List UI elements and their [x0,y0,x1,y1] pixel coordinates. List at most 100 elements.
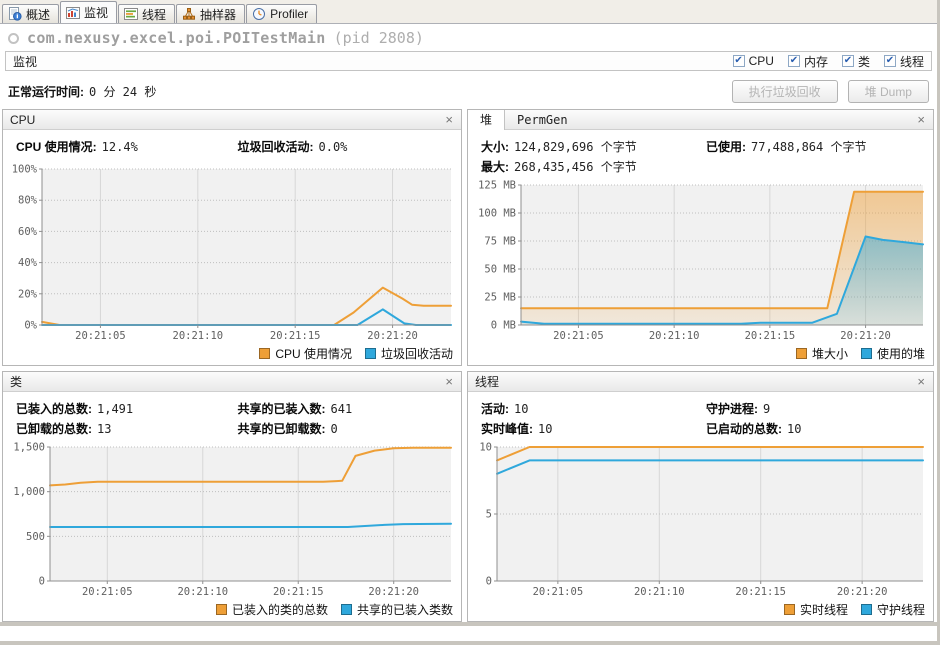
stat-value: 0.0% [318,140,348,154]
legend-swatch-blue [340,603,352,615]
stat-value: 124,829,696 个字节 [514,140,637,154]
stat-value: 641 [330,402,353,416]
threads-panel: 线程 × 活动: 10 守护进程: 9 实时峰值: 10 已启动的总数: 10 0 5 10… [467,371,934,622]
svg-text:80%: 80% [18,195,38,207]
svg-text:20%: 20% [18,288,38,300]
legend-swatch-blue [860,603,872,615]
legend-swatch-orange [795,347,807,359]
monitor-icon [66,6,81,20]
checkbox-classes[interactable]: ✔ 类 [841,53,870,70]
classes-chart: 0 500 1,000 1,500 20:21:05 20:21:10 20:21:15 20… [6,440,458,600]
classes-panel-title: 类 [10,375,23,389]
close-icon[interactable]: × [916,113,926,126]
svg-text:100%: 100% [12,164,38,176]
stat-value: 0 [330,422,338,436]
stat-label: 已启动的总数: [706,422,782,436]
cpu-chart-svg: 0% 20% 40% 60% 80% 100% 20:21:05 20:21:10 20:21:… [12,164,452,342]
heap-chart: 0 MB 25 MB 50 MB 75 MB 100 MB 125 MB 20:21:05 2… [471,178,930,344]
stat-label: 已卸载的总数: [16,422,92,436]
svg-text:0 MB: 0 MB [491,320,516,332]
svg-text:20:21:15: 20:21:15 [735,586,786,598]
main-tab-bar: 概述 监视 线程 抽样器 Profiler [0,0,937,24]
stat-value: 9 [763,402,771,416]
svg-text:0: 0 [486,576,492,588]
classes-stats: 已装入的总数: 1,491 共享的已装入数: 641 已卸载的总数: 13 共享的已卸… [3,392,461,439]
classes-panel-header: 类 × [3,372,461,392]
tab-sampler[interactable]: 抽样器 [176,4,246,23]
tab-monitor[interactable]: 监视 [60,1,118,23]
checkbox-memory[interactable]: ✔ 内存 [787,53,828,70]
heap-panel: 堆 PermGen × 大小: 124,829,696 个字节 已使用: 77,48… [467,109,934,366]
sampler-icon [182,7,196,21]
legend-item: 使用的堆 [860,345,925,362]
cpu-panel-header: CPU × [3,110,461,130]
checkbox-cpu[interactable]: ✔ CPU [732,53,774,70]
svg-text:20:21:20: 20:21:20 [837,586,888,598]
legend-item: 堆大小 [795,345,848,362]
stat-label: 垃圾回收活动: [237,140,314,154]
uptime-label: 正常运行时间: [8,84,84,99]
svg-text:10: 10 [479,442,492,454]
stat-value: 77,488,864 个字节 [751,140,867,154]
profiler-clock-icon [252,7,266,21]
stat-label: 已使用: [706,140,746,154]
stat-value: 13 [97,422,112,436]
legend-item: 实时线程 [783,601,848,618]
close-icon[interactable]: × [916,375,926,388]
stat-label: 守护进程: [706,402,758,416]
stat-label: CPU 使用情况: [16,140,97,154]
threads-icon [124,7,139,21]
close-icon[interactable]: × [444,375,454,388]
heap-stats: 大小: 124,829,696 个字节 已使用: 77,488,864 个字节 最大… [468,130,933,177]
tab-label: Profiler [270,7,309,21]
stat-value: 268,435,456 个字节 [514,160,637,174]
svg-text:20:21:15: 20:21:15 [745,330,796,342]
stat-label: 大小: [481,140,509,154]
svg-text:60%: 60% [18,226,38,238]
tab-label: 抽样器 [200,7,237,22]
tab-label: 线程 [142,7,167,22]
threads-chart-svg: 0 5 10 20:21:05 20:21:10 20:21:15 20:21:20 [479,442,924,598]
tab-overview[interactable]: 概述 [2,4,60,23]
stat-value: 1,491 [97,402,134,416]
heap-legend: 堆大小 使用的堆 [468,344,933,365]
svg-text:100 MB: 100 MB [478,208,516,220]
threads-panel-title: 线程 [475,375,500,389]
tab-permgen[interactable]: PermGen [505,113,580,127]
classes-legend: 已装入的类的总数 共享的已装入类数 [3,600,461,621]
checked-checkbox-icon: ✔ [787,55,800,67]
svg-text:0%: 0% [24,320,37,332]
svg-text:20:21:05: 20:21:05 [553,330,604,342]
svg-text:1,500: 1,500 [13,442,45,454]
classes-chart-svg: 0 500 1,000 1,500 20:21:05 20:21:10 20:21:15 20… [13,442,452,598]
close-icon[interactable]: × [444,113,454,126]
heap-dump-button[interactable]: 堆 Dump [847,79,929,103]
svg-text:20:21:20: 20:21:20 [367,330,418,342]
visualvm-window: 概述 监视 线程 抽样器 Profiler com.nexusy.excel.p… [0,0,937,641]
perform-gc-button[interactable]: 执行垃圾回收 [731,79,838,103]
stat-label: 共享的已卸载数: [237,422,326,436]
svg-text:20:21:05: 20:21:05 [82,586,133,598]
legend-item: 共享的已装入类数 [340,601,453,618]
tab-label: 监视 [84,6,109,20]
svg-text:20:21:05: 20:21:05 [533,586,584,598]
stat-value: 10 [514,402,529,416]
tab-profiler[interactable]: Profiler [246,4,318,23]
tab-heap[interactable]: 堆 [468,109,506,130]
svg-text:20:21:20: 20:21:20 [368,586,419,598]
overview-icon [8,7,22,21]
app-title: com.nexusy.excel.poi.POITestMain [27,29,326,47]
legend-swatch-orange [215,603,227,615]
stat-value: 10 [538,422,553,436]
tab-threads[interactable]: 线程 [118,4,176,23]
svg-text:20:21:15: 20:21:15 [273,586,324,598]
svg-text:0: 0 [39,576,45,588]
heap-panel-header: 堆 PermGen × [468,109,933,130]
checkbox-threads[interactable]: ✔ 线程 [883,53,924,70]
legend-item: CPU 使用情况 [259,345,352,362]
stat-label: 活动: [481,402,509,416]
cpu-legend: CPU 使用情况 垃圾回收活动 [3,344,461,365]
checked-checkbox-icon: ✔ [841,55,854,67]
legend-item: 已装入的类的总数 [215,601,328,618]
legend-swatch-blue [860,347,872,359]
